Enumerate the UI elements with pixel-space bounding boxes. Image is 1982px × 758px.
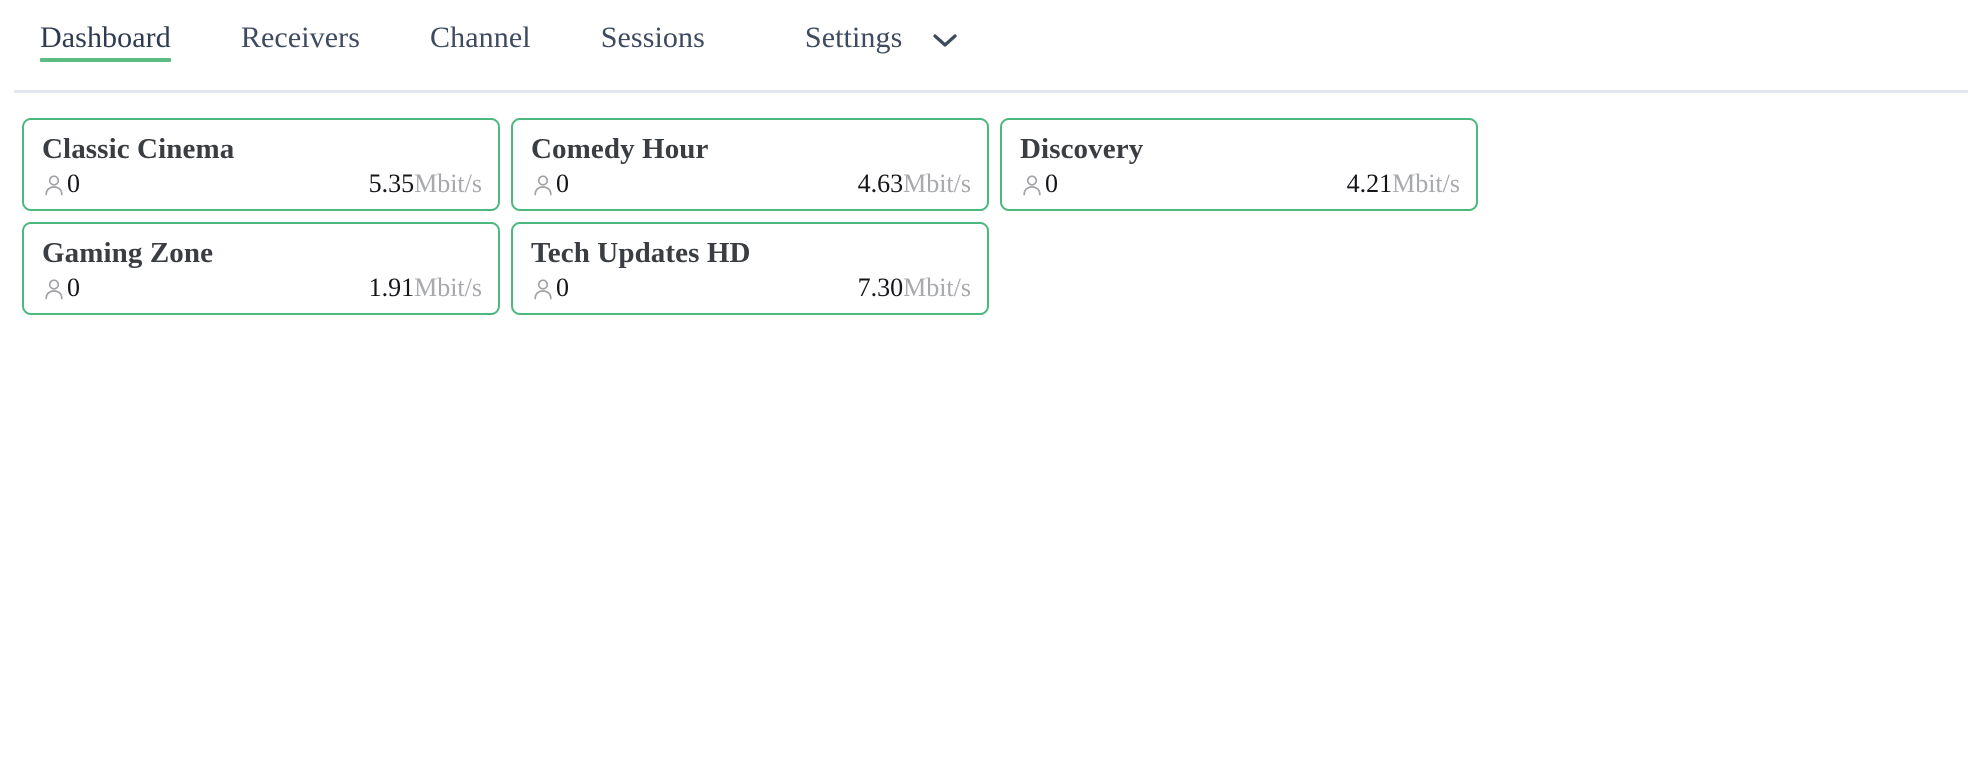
nav-divider xyxy=(14,90,1968,93)
bitrate-unit: Mbit/s xyxy=(903,169,971,199)
person-icon xyxy=(531,172,555,198)
bitrate-unit: Mbit/s xyxy=(414,169,482,199)
viewer-count-group: 0 xyxy=(531,275,569,301)
channel-card[interactable]: Discovery 0 4.21 Mbit/s xyxy=(1000,118,1478,212)
bitrate-value: 7.30 xyxy=(857,273,904,303)
channel-card-stats: 0 5.35 Mbit/s xyxy=(42,171,482,197)
nav-tab-channel-label: Channel xyxy=(430,21,531,54)
nav-tab-sessions[interactable]: Sessions xyxy=(601,0,705,68)
active-tab-underline xyxy=(40,57,171,62)
channel-card-title: Classic Cinema xyxy=(42,133,235,165)
channel-card-title: Discovery xyxy=(1020,133,1144,165)
channel-card-stats: 0 4.63 Mbit/s xyxy=(531,171,971,197)
bitrate-unit: Mbit/s xyxy=(1392,169,1460,199)
viewer-count-group: 0 xyxy=(42,171,80,197)
person-icon xyxy=(42,172,66,198)
nav-tab-receivers[interactable]: Receivers xyxy=(241,0,360,68)
bitrate-value: 4.21 xyxy=(1346,169,1393,199)
channel-cards-area: Classic Cinema 0 5.35 Mbit/s Comedy Hour… xyxy=(0,92,1982,316)
person-icon xyxy=(42,276,66,302)
nav-tab-list: Dashboard Receivers Channel Sessions Set… xyxy=(40,0,958,68)
viewer-count-group: 0 xyxy=(42,275,80,301)
bitrate-value: 4.63 xyxy=(857,169,904,199)
nav-tab-sessions-label: Sessions xyxy=(600,21,705,54)
channel-card-title: Gaming Zone xyxy=(42,237,214,270)
bitrate-group: 4.63 Mbit/s xyxy=(858,171,971,197)
nav-tab-dashboard[interactable]: Dashboard xyxy=(40,0,171,68)
nav-tab-settings-label: Settings xyxy=(804,21,903,54)
channel-card[interactable]: Comedy Hour 0 4.63 Mbit/s xyxy=(511,118,989,212)
bitrate-group: 7.30 Mbit/s xyxy=(858,275,971,301)
nav-tab-channel[interactable]: Channel xyxy=(430,0,531,68)
viewer-count-value: 0 xyxy=(556,169,569,199)
channel-card-stats: 0 1.91 Mbit/s xyxy=(42,275,482,301)
viewer-count-value: 0 xyxy=(67,169,80,199)
main-navigation: Dashboard Receivers Channel Sessions Set… xyxy=(0,0,1982,93)
bitrate-value: 1.91 xyxy=(368,273,415,303)
bitrate-group: 5.35 Mbit/s xyxy=(369,171,482,197)
nav-tab-dashboard-label: Dashboard xyxy=(40,21,171,54)
channel-card[interactable]: Classic Cinema 0 5.35 Mbit/s xyxy=(22,118,500,212)
person-icon xyxy=(531,276,555,302)
bitrate-group: 4.21 Mbit/s xyxy=(1347,171,1460,197)
viewer-count-group: 0 xyxy=(531,171,569,197)
channel-card[interactable]: Tech Updates HD 0 7.30 Mbit/s xyxy=(511,222,989,316)
channel-card-title: Comedy Hour xyxy=(531,133,709,165)
chevron-down-icon[interactable] xyxy=(932,32,958,48)
nav-tab-settings[interactable]: Settings xyxy=(805,0,958,68)
bitrate-unit: Mbit/s xyxy=(903,273,971,303)
person-icon xyxy=(1020,172,1044,198)
viewer-count-group: 0 xyxy=(1020,171,1058,197)
viewer-count-value: 0 xyxy=(1045,169,1058,199)
nav-tab-receivers-label: Receivers xyxy=(240,21,361,54)
channel-card-title: Tech Updates HD xyxy=(531,237,751,270)
channel-cards-grid: Classic Cinema 0 5.35 Mbit/s Comedy Hour… xyxy=(22,118,1960,316)
bitrate-value: 5.35 xyxy=(368,169,415,199)
channel-card-stats: 0 4.21 Mbit/s xyxy=(1020,171,1460,197)
channel-card[interactable]: Gaming Zone 0 1.91 Mbit/s xyxy=(22,222,500,316)
viewer-count-value: 0 xyxy=(67,273,80,303)
bitrate-group: 1.91 Mbit/s xyxy=(369,275,482,301)
dashboard-page: Dashboard Receivers Channel Sessions Set… xyxy=(0,0,1982,758)
bitrate-unit: Mbit/s xyxy=(414,273,482,303)
channel-card-stats: 0 7.30 Mbit/s xyxy=(531,275,971,301)
viewer-count-value: 0 xyxy=(556,273,569,303)
